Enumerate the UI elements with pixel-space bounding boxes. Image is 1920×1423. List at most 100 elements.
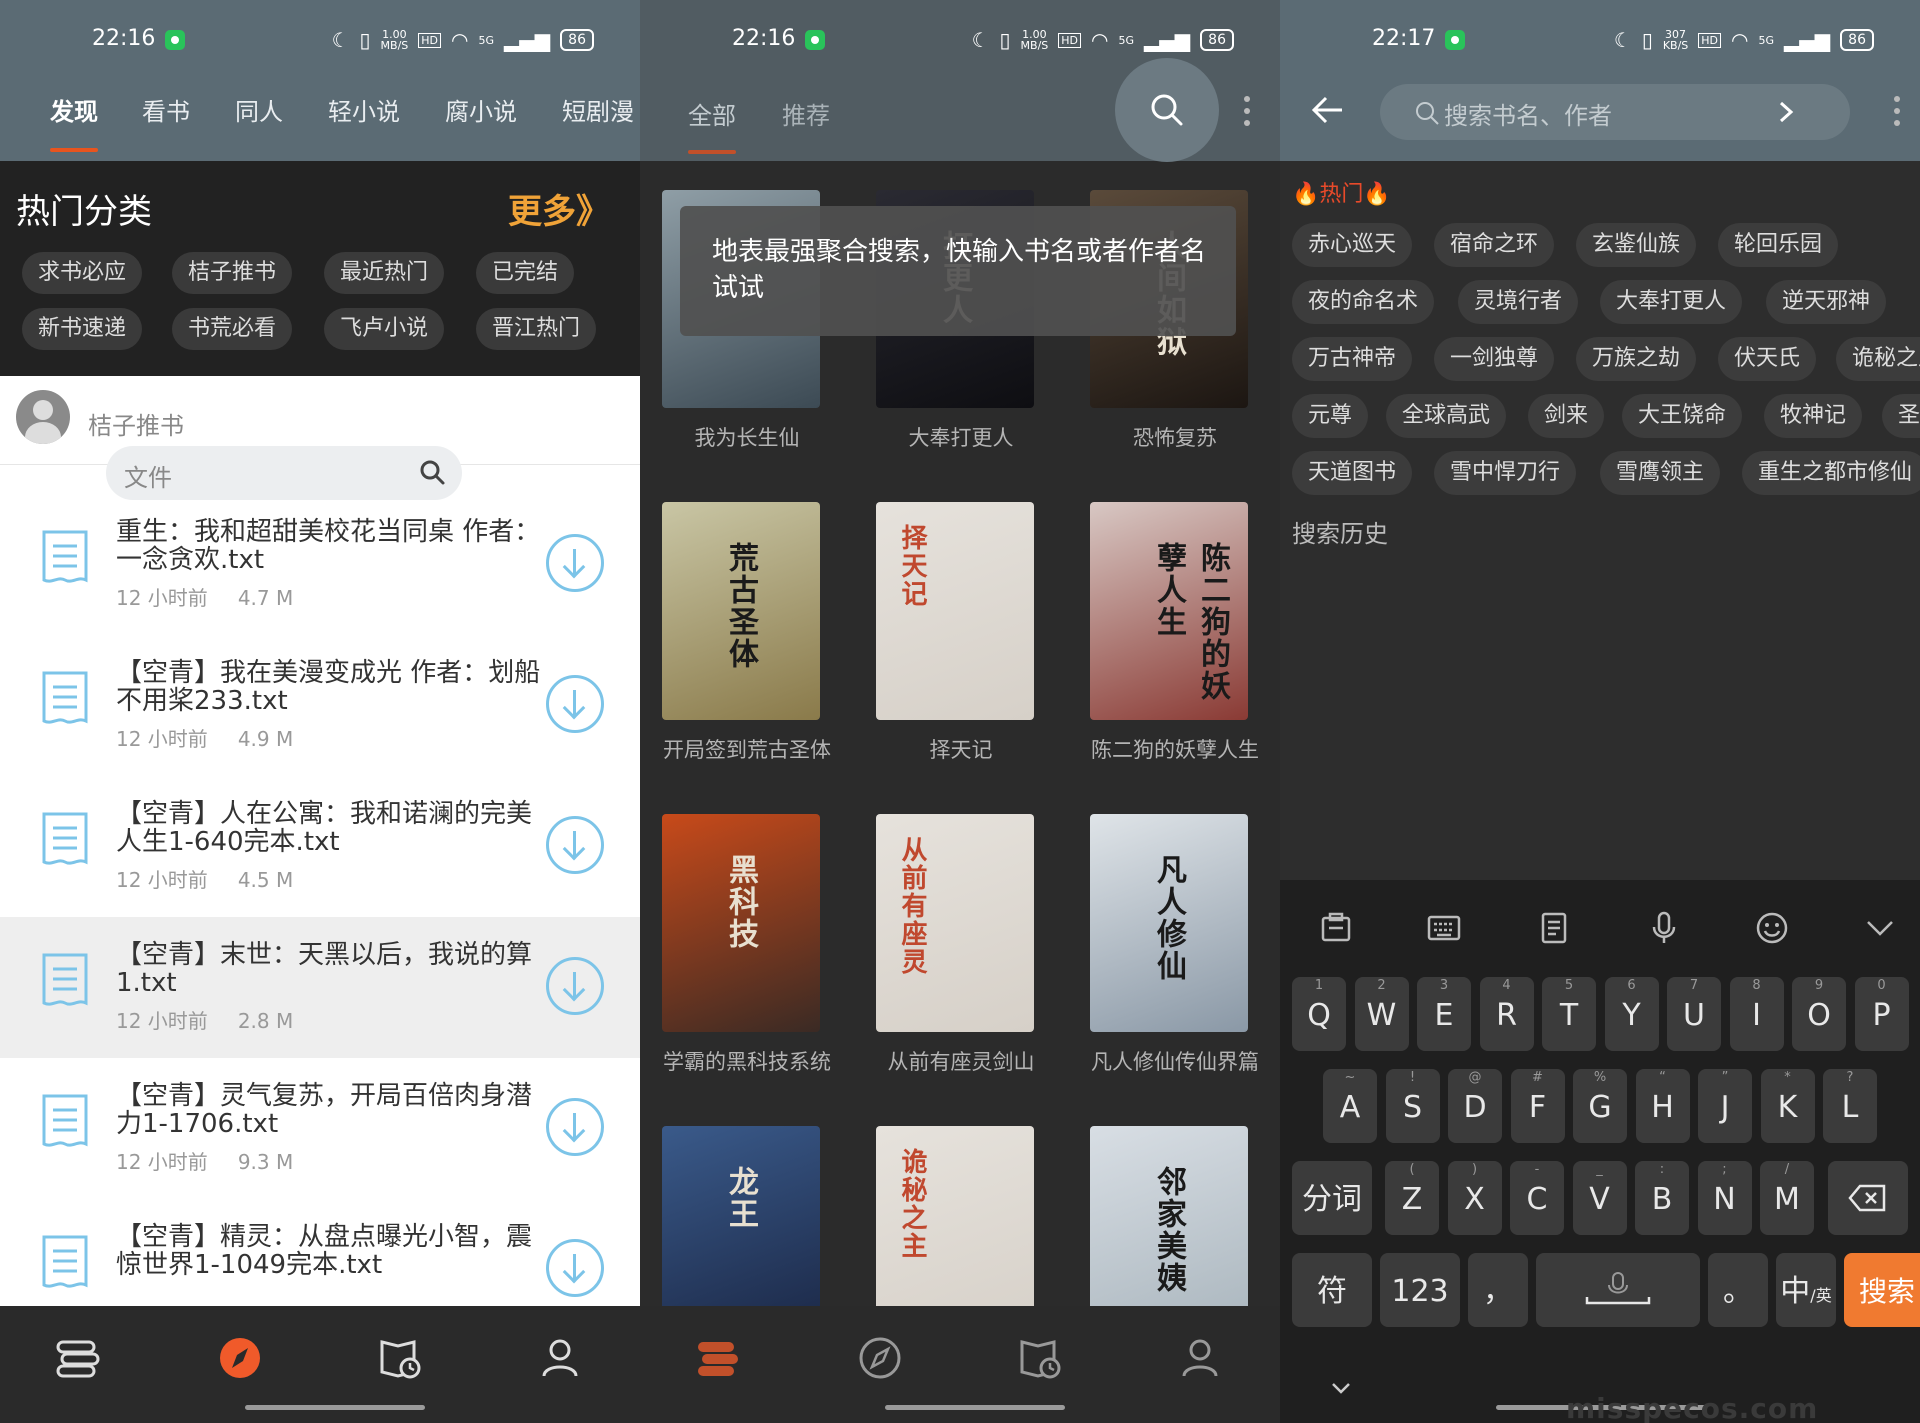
key-p[interactable]: 0P [1854,977,1909,1051]
key-m[interactable]: / M [1760,1161,1814,1235]
file-search-input[interactable]: 文件 [106,446,462,500]
search-button[interactable] [1115,58,1219,162]
key-period[interactable]: 。 [1708,1253,1768,1327]
category-chip[interactable]: 求书必应 [22,252,143,294]
key-r[interactable]: 4R [1479,977,1534,1051]
hot-search-chip[interactable]: 元尊 [1292,394,1369,438]
download-icon[interactable] [546,816,604,874]
hot-search-chip[interactable]: 圣墟 [1882,394,1920,438]
bookshelf-icon[interactable] [688,1328,748,1388]
category-chip[interactable]: 飞卢小说 [324,308,445,350]
hot-search-chip[interactable]: 伏天氏 [1718,337,1817,381]
compass-icon[interactable] [850,1328,910,1388]
key-123[interactable]: 123 [1380,1253,1460,1327]
key-i[interactable]: 8I [1729,977,1784,1051]
key-n[interactable]: ; N [1697,1161,1752,1235]
hot-search-chip[interactable]: 逆天邪神 [1766,280,1887,324]
key-e[interactable]: 3E [1417,977,1471,1051]
hot-search-chip[interactable]: 夜的命名术 [1292,280,1435,324]
hot-search-chip[interactable]: 一剑独尊 [1434,337,1555,381]
tab-discover[interactable]: 发现 [50,92,98,127]
hot-search-chip[interactable]: 雪鹰领主 [1600,451,1721,495]
category-chip[interactable]: 新书速递 [22,308,143,350]
more-link[interactable]: 更多》 [508,184,610,233]
key-language-toggle[interactable]: 中/英 [1776,1253,1836,1327]
tab-bl-novel[interactable]: 腐小说 [445,92,517,127]
backspace-key[interactable] [1828,1161,1908,1235]
tab-read[interactable]: 看书 [142,92,190,127]
category-chip[interactable]: 晋江热门 [476,308,597,350]
key-z[interactable]: (Z [1385,1161,1439,1235]
key-o[interactable]: 9O [1792,977,1846,1051]
tab-fanfic[interactable]: 同人 [235,92,283,127]
category-chip[interactable]: 桔子推书 [172,252,293,294]
tab-recommend[interactable]: 推荐 [782,96,830,131]
file-list-item[interactable]: 【空青】人在公寓：我和诺澜的完美人生1-640完本.txt 12 小时前 4.5 M [0,776,640,917]
clipboard-icon[interactable] [1318,910,1354,946]
file-list-item[interactable]: 重生：我和超甜美校花当同桌 作者：一念贪欢.txt 12 小时前 4.7 M [0,494,640,635]
tab-all[interactable]: 全部 [688,96,736,131]
category-chip[interactable]: 最近热门 [324,252,445,294]
search-icon[interactable] [418,458,446,486]
key-d[interactable]: @ D [1448,1069,1502,1143]
chevron-right-icon[interactable] [1778,100,1794,124]
hot-search-chip[interactable]: 玄鉴仙族 [1576,223,1697,267]
space-key[interactable] [1536,1253,1700,1327]
file-list-item[interactable]: 【空青】精灵：从盘点曝光小智，震惊世界1-1049完本.txt [0,1199,640,1297]
hot-search-chip[interactable]: 大奉打更人 [1600,280,1743,324]
history-icon[interactable] [370,1328,430,1388]
hot-search-chip[interactable]: 赤心巡天 [1292,223,1413,267]
key-v[interactable]: _ V [1572,1161,1627,1235]
book-cover[interactable]: 黑科技 [662,814,820,1032]
more-options-icon[interactable] [1894,96,1900,132]
key-c[interactable]: -C [1510,1161,1564,1235]
collapse-keyboard-icon[interactable] [1330,1380,1352,1396]
hot-search-chip[interactable]: 万族之劫 [1576,337,1697,381]
search-key[interactable]: 搜索 [1844,1253,1920,1327]
profile-icon[interactable] [1170,1328,1230,1388]
download-icon[interactable] [546,1098,604,1156]
history-icon[interactable] [1010,1328,1070,1388]
key-symbols[interactable]: 符 [1292,1253,1372,1327]
download-icon[interactable] [546,1239,604,1297]
category-chip[interactable]: 已完结 [476,252,575,294]
key-a[interactable]: ~ A [1323,1069,1377,1143]
tab-short-drama[interactable]: 短剧漫 [562,92,634,127]
hot-search-chip[interactable]: 轮回乐园 [1718,223,1839,267]
file-list-item[interactable]: 【空青】我在美漫变成光 作者：划船不用桨233.txt 12 小时前 4.9 M [0,635,640,776]
hot-search-chip[interactable]: 天道图书 [1292,451,1413,495]
hot-search-chip[interactable]: 牧神记 [1764,394,1863,438]
download-icon[interactable] [546,675,604,733]
microphone-icon[interactable] [1646,910,1682,946]
notes-icon[interactable] [1536,910,1572,946]
key-y[interactable]: 6Y [1604,977,1659,1051]
hot-search-chip[interactable]: 诡秘之主 [1836,337,1920,381]
bookshelf-icon[interactable] [48,1328,108,1388]
key-s[interactable]: ! S [1385,1069,1440,1143]
download-icon[interactable] [546,534,604,592]
key-q[interactable]: 1Q [1292,977,1346,1051]
chevron-down-icon[interactable] [1864,910,1896,946]
more-options-icon[interactable] [1244,96,1250,132]
file-list-item[interactable]: 【空青】末世：天黑以后，我说的算1.txt 12 小时前 2.8 M [0,917,640,1058]
download-icon[interactable] [546,957,604,1015]
book-cover[interactable]: 择天记 [876,502,1034,720]
key-h[interactable]: “H [1635,1069,1690,1143]
hot-search-chip[interactable]: 宿命之环 [1434,223,1555,267]
book-cover[interactable]: 陈二狗的妖孽人生 [1090,502,1248,720]
file-list-item[interactable]: 【空青】灵气复苏，开局百倍肉身潜力1-1706.txt 12 小时前 9.3 M [0,1058,640,1199]
key-t[interactable]: 5T [1542,977,1596,1051]
category-chip[interactable]: 书荒必看 [172,308,293,350]
hot-search-chip[interactable]: 大王饶命 [1622,394,1743,438]
compass-icon[interactable] [210,1328,270,1388]
key-w[interactable]: 2W [1354,977,1409,1051]
book-cover[interactable]: 凡人修仙 [1090,814,1248,1032]
emoji-icon[interactable] [1754,910,1790,946]
key-segment[interactable]: 分词 [1292,1161,1372,1235]
key-k[interactable]: * K [1760,1069,1815,1143]
key-j[interactable]: ” J [1698,1069,1752,1143]
hot-search-chip[interactable]: 全球高武 [1386,394,1507,438]
hot-search-chip[interactable]: 万古神帝 [1292,337,1413,381]
search-input[interactable]: 搜索书名、作者 [1380,84,1850,140]
key-u[interactable]: 7U [1667,977,1721,1051]
